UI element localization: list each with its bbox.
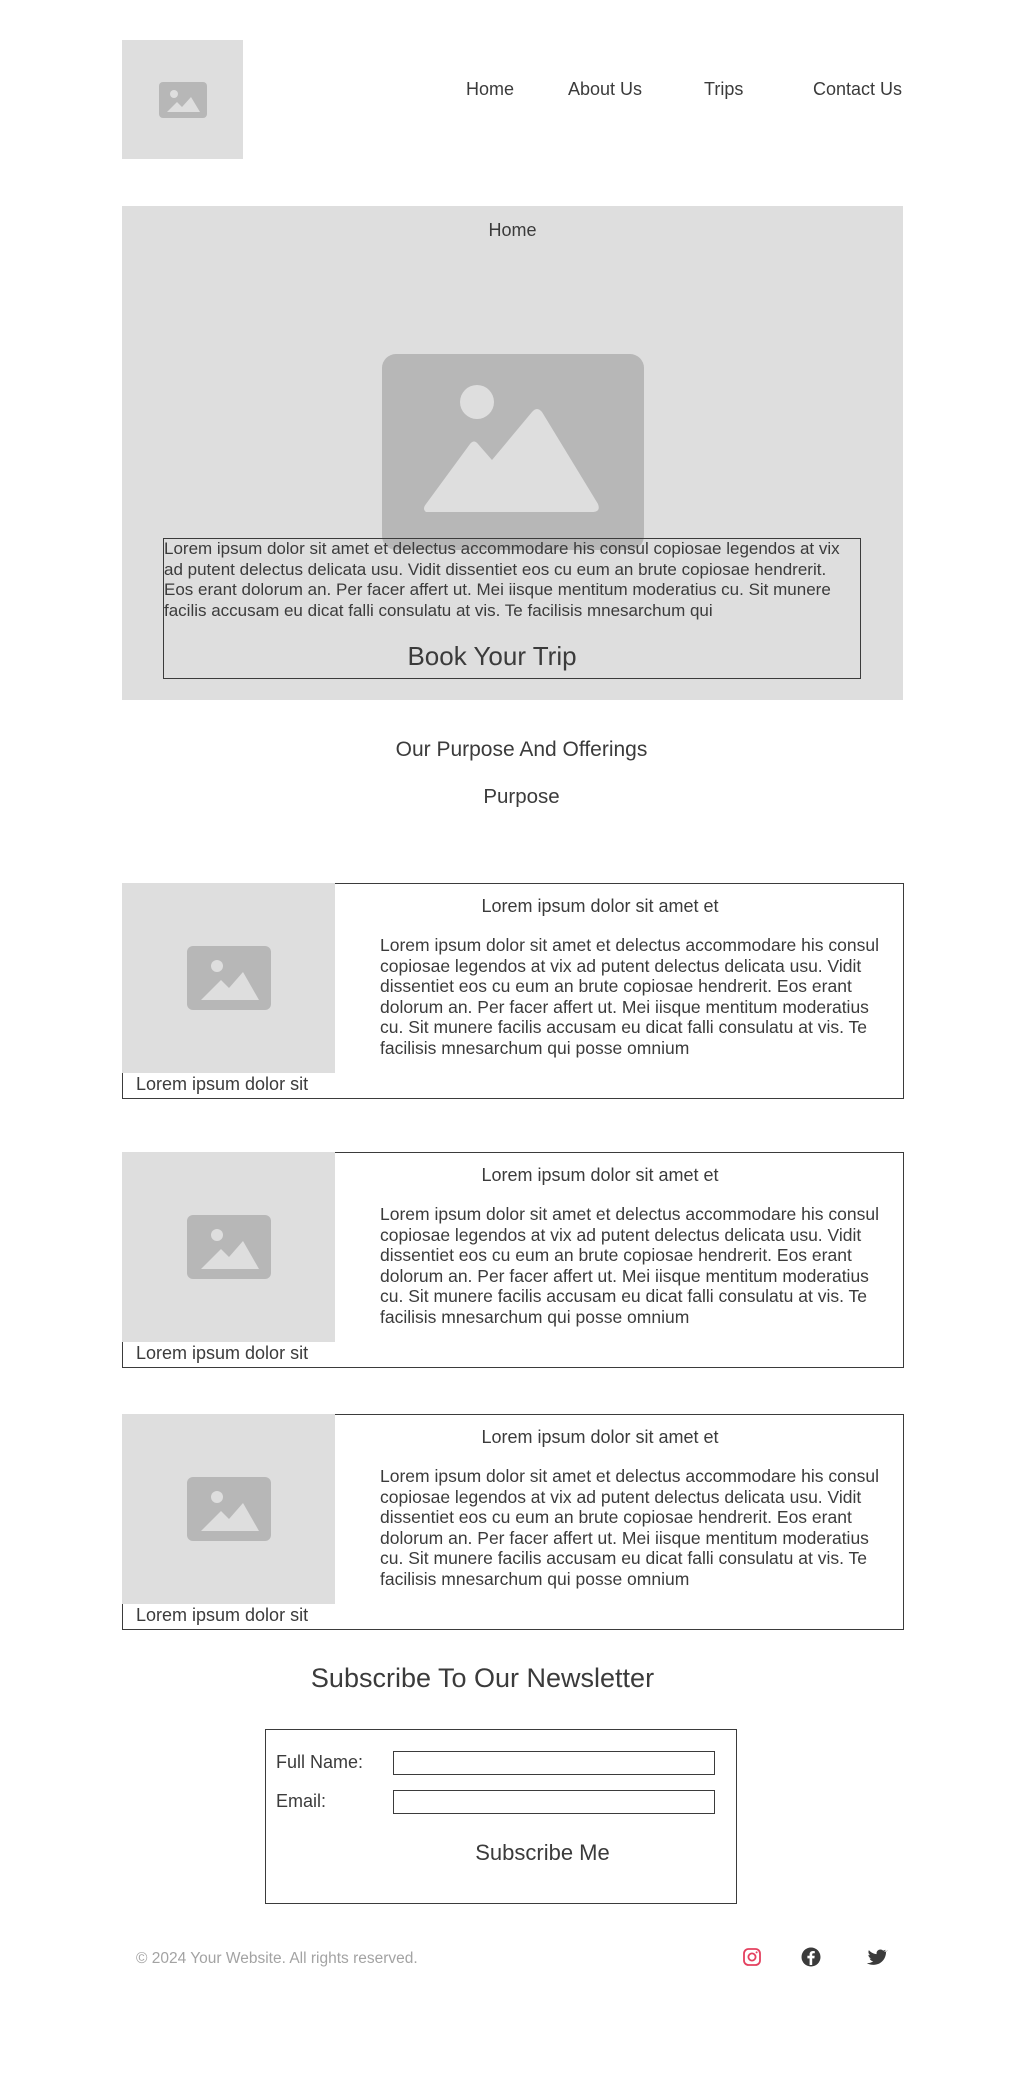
email-input[interactable] [393, 1790, 715, 1814]
card-heading: Lorem ipsum dolor sit amet et [481, 896, 719, 916]
card-image [122, 1414, 335, 1604]
card-image [122, 883, 335, 1073]
email-label: Email: [276, 1791, 327, 1811]
nav-home[interactable]: Home [466, 79, 514, 100]
hero-image [382, 354, 644, 550]
copyright-text: © 2024 Your Website. All rights reserved… [136, 1950, 418, 1967]
image-placeholder-icon [424, 385, 599, 512]
hero-section: Home Lorem ipsum dolor sit amet et delec… [122, 206, 903, 700]
card-image [122, 1152, 335, 1342]
subscribe-button[interactable]: Subscribe Me [266, 1840, 819, 1866]
card-caption: Lorem ipsum dolor sit [136, 1074, 309, 1094]
nav-trips[interactable]: Trips [704, 79, 743, 100]
card-caption: Lorem ipsum dolor sit [136, 1605, 309, 1625]
offerings-title: Our Purpose And Offerings [395, 738, 648, 761]
image-placeholder-icon [186, 1477, 271, 1541]
card-body: Lorem ipsum dolor sit amet et delectus a… [380, 1204, 879, 1327]
book-trip-button[interactable]: Book Your Trip [164, 641, 820, 672]
hero-text-box: Lorem ipsum dolor sit amet et delectus a… [163, 538, 861, 679]
newsletter-form: Full Name: Email: Subscribe Me [265, 1729, 737, 1904]
offering-card: Lorem ipsum dolor sit amet et Lorem ipsu… [122, 883, 904, 1099]
offering-card: Lorem ipsum dolor sit amet et Lorem ipsu… [122, 1152, 904, 1368]
twitter-icon[interactable] [866, 1946, 889, 1968]
card-caption: Lorem ipsum dolor sit [136, 1343, 309, 1363]
hero-description: Lorem ipsum dolor sit amet et delectus a… [164, 539, 840, 620]
fullname-input[interactable] [393, 1751, 715, 1775]
site-logo[interactable] [122, 40, 243, 159]
card-body: Lorem ipsum dolor sit amet et delectus a… [380, 1466, 879, 1589]
instagram-icon[interactable] [741, 1946, 763, 1968]
nav-contact-us[interactable]: Contact Us [813, 79, 902, 100]
purpose-subtitle: Purpose [483, 785, 560, 808]
offering-card: Lorem ipsum dolor sit amet et Lorem ipsu… [122, 1414, 904, 1630]
image-placeholder-icon [158, 81, 207, 118]
card-heading: Lorem ipsum dolor sit amet et [481, 1165, 719, 1185]
hero-title: Home [488, 220, 537, 240]
nav-about-us[interactable]: About Us [568, 79, 642, 100]
fullname-label: Full Name: [276, 1752, 364, 1772]
facebook-icon[interactable] [800, 1946, 822, 1968]
card-body: Lorem ipsum dolor sit amet et delectus a… [380, 935, 879, 1058]
newsletter-title: Subscribe To Our Newsletter [310, 1663, 655, 1693]
image-placeholder-icon [186, 946, 271, 1010]
card-heading: Lorem ipsum dolor sit amet et [481, 1427, 719, 1447]
image-placeholder-icon [186, 1215, 271, 1279]
